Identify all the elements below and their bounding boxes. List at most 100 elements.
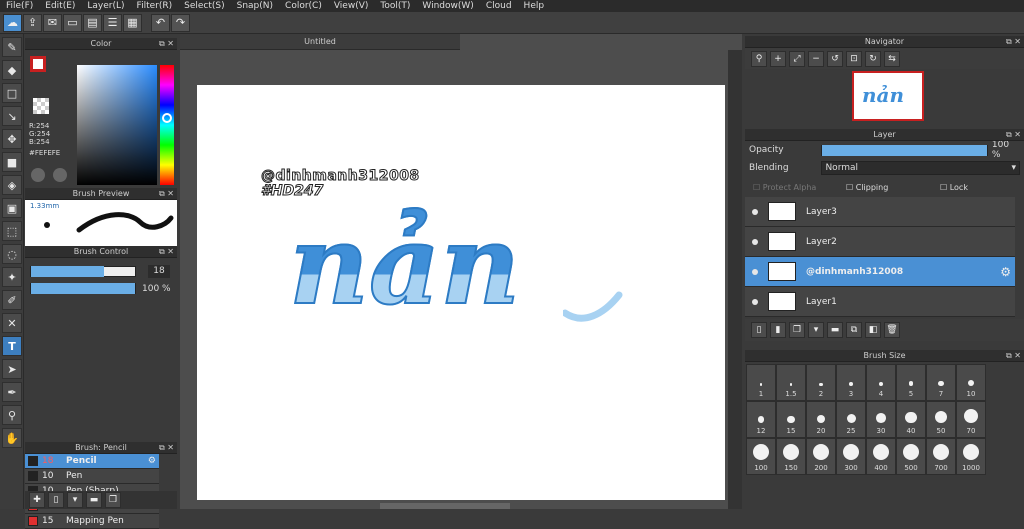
visibility-icon[interactable] — [752, 238, 758, 245]
cloud-icon[interactable]: ☁ — [3, 13, 22, 32]
document-tab[interactable]: Untitled — [180, 34, 460, 50]
foreground-swatch[interactable] — [30, 56, 46, 72]
copy-brush-icon[interactable]: ❐ — [105, 492, 121, 508]
brush-size-cell[interactable]: 70 — [956, 401, 986, 438]
brush-size-cell[interactable]: 1.5 — [776, 364, 806, 401]
shape-tool-icon[interactable]: ■ — [2, 152, 22, 172]
brush-size-cell[interactable]: 2 — [806, 364, 836, 401]
brush-size-cell[interactable]: 400 — [866, 438, 896, 475]
brush-tool-icon[interactable]: ✎ — [2, 37, 22, 57]
layer-folder-icon[interactable]: ▬ — [827, 322, 843, 338]
brush-size-slider[interactable] — [30, 266, 136, 277]
menu-window[interactable]: Window(W) — [416, 0, 479, 12]
new-layer-icon[interactable]: ▯ — [751, 322, 767, 338]
move-tool-icon[interactable]: ✥ — [2, 129, 22, 149]
palette-settings-icon[interactable] — [53, 168, 67, 182]
comment-icon[interactable]: ▭ — [63, 13, 82, 32]
brush-size-cell[interactable]: 25 — [836, 401, 866, 438]
brush-size-cell[interactable]: 10 — [956, 364, 986, 401]
brush-size-cell[interactable]: 500 — [896, 438, 926, 475]
menu-file[interactable]: File(F) — [0, 0, 39, 12]
layer-row[interactable]: Layer1 — [745, 287, 1015, 317]
eyedropper-icon[interactable]: ⚲ — [2, 405, 22, 425]
menu-view[interactable]: View(V) — [328, 0, 375, 12]
layer-opacity-slider[interactable] — [820, 144, 988, 156]
select-rect-icon[interactable]: ⬚ — [2, 221, 22, 241]
brush-size-cell[interactable]: 1000 — [956, 438, 986, 475]
brush-size-cell[interactable]: 700 — [926, 438, 956, 475]
layer-mask-icon[interactable]: ◧ — [865, 322, 881, 338]
canvas-horizontal-scrollbar[interactable] — [380, 503, 510, 509]
palette-icon[interactable] — [31, 168, 45, 182]
fill-tool-icon[interactable]: ◈ — [2, 175, 22, 195]
clipping-checkbox[interactable]: ☐ Clipping — [846, 183, 940, 192]
menu-color[interactable]: Color(C) — [279, 0, 328, 12]
brush-size-cell[interactable]: 7 — [926, 364, 956, 401]
grid-icon[interactable]: ▦ — [123, 13, 142, 32]
brush-size-cell[interactable]: 300 — [836, 438, 866, 475]
brush-settings-icon[interactable]: ⚙ — [148, 456, 156, 466]
redo-icon[interactable]: ↷ — [171, 13, 190, 32]
transparent-swatch[interactable] — [33, 98, 49, 114]
delete-layer-icon[interactable]: 🗑 — [884, 322, 900, 338]
lasso-tool-icon[interactable]: ↘ — [2, 106, 22, 126]
fit-icon[interactable]: ⤢ — [789, 50, 805, 67]
menu-select[interactable]: Select(S) — [178, 0, 231, 12]
select-pen-icon[interactable]: ✐ — [2, 290, 22, 310]
zoom-in-icon[interactable]: + — [770, 50, 786, 67]
share-icon[interactable]: ⇪ — [23, 13, 42, 32]
brush-size-cell[interactable]: 15 — [776, 401, 806, 438]
brush-size-cell[interactable]: 100 — [746, 438, 776, 475]
menu-cloud[interactable]: Cloud — [480, 0, 518, 12]
lock-checkbox[interactable]: ☐ Lock — [940, 183, 968, 192]
rotate-right-icon[interactable]: ↻ — [865, 50, 881, 67]
merge-layer-icon[interactable]: ⧉ — [846, 322, 862, 338]
new-brush-icon[interactable]: ▯ — [48, 492, 64, 508]
brush-size-cell[interactable]: 1 — [746, 364, 776, 401]
brush-size-cell[interactable]: 40 — [896, 401, 926, 438]
zoom-out-icon[interactable]: − — [808, 50, 824, 67]
undo-icon[interactable]: ↶ — [151, 13, 170, 32]
add-brush-icon[interactable]: ✚ — [29, 492, 45, 508]
brush-size-cell[interactable]: 5 — [896, 364, 926, 401]
brush-size-cell[interactable]: 30 — [866, 401, 896, 438]
brush-list-item[interactable]: 15 Mapping Pen — [25, 514, 159, 529]
layer-settings-icon[interactable]: ⚙ — [1000, 265, 1011, 279]
gradient-tool-icon[interactable]: ▣ — [2, 198, 22, 218]
menu-edit[interactable]: Edit(E) — [39, 0, 81, 12]
visibility-icon[interactable] — [752, 298, 758, 305]
flip-icon[interactable]: ⇆ — [884, 50, 900, 67]
protect-alpha-checkbox[interactable]: ☐ Protect Alpha — [753, 183, 846, 192]
pen-tool-icon[interactable]: ✒ — [2, 382, 22, 402]
select-eraser-icon[interactable]: ✕ — [2, 313, 22, 333]
zoom-icon[interactable]: ⚲ — [751, 50, 767, 67]
magic-wand-icon[interactable]: ✦ — [2, 267, 22, 287]
menu-layer[interactable]: Layer(L) — [81, 0, 130, 12]
layer-row[interactable]: @dinhmanh312008 ⚙ — [745, 257, 1015, 287]
document-icon[interactable]: ▤ — [83, 13, 102, 32]
hue-handle[interactable] — [162, 113, 172, 123]
pointer-tool-icon[interactable]: ➤ — [2, 359, 22, 379]
rect-tool-icon[interactable]: □ — [2, 83, 22, 103]
brush-list-item[interactable]: 10 Pen — [25, 469, 159, 484]
brush-size-cell[interactable]: 200 — [806, 438, 836, 475]
brush-menu-icon[interactable]: ▾ — [67, 492, 83, 508]
text-tool-icon[interactable]: T — [2, 336, 22, 356]
visibility-icon[interactable] — [752, 268, 758, 275]
menu-filter[interactable]: Filter(R) — [131, 0, 179, 12]
blending-select[interactable]: Normal ▾ — [821, 161, 1020, 175]
brush-size-cell[interactable]: 3 — [836, 364, 866, 401]
menu-tool[interactable]: Tool(T) — [374, 0, 416, 12]
duplicate-layer-icon[interactable]: ❐ — [789, 322, 805, 338]
brush-list-item[interactable]: 18 Pencil ⚙ — [25, 454, 159, 469]
brush-size-value[interactable]: 18 — [148, 265, 170, 278]
layer-row[interactable]: Layer3 — [745, 197, 1015, 227]
navigator-thumbnail[interactable]: nản — [852, 71, 924, 121]
reset-icon[interactable]: ⊡ — [846, 50, 862, 67]
brush-size-cell[interactable]: 20 — [806, 401, 836, 438]
select-lasso-icon[interactable]: ◌ — [2, 244, 22, 264]
menu-help[interactable]: Help — [518, 0, 551, 12]
saturation-picker[interactable] — [77, 65, 157, 185]
add-layer-menu-icon[interactable]: ▾ — [808, 322, 824, 338]
list-icon[interactable]: ☰ — [103, 13, 122, 32]
